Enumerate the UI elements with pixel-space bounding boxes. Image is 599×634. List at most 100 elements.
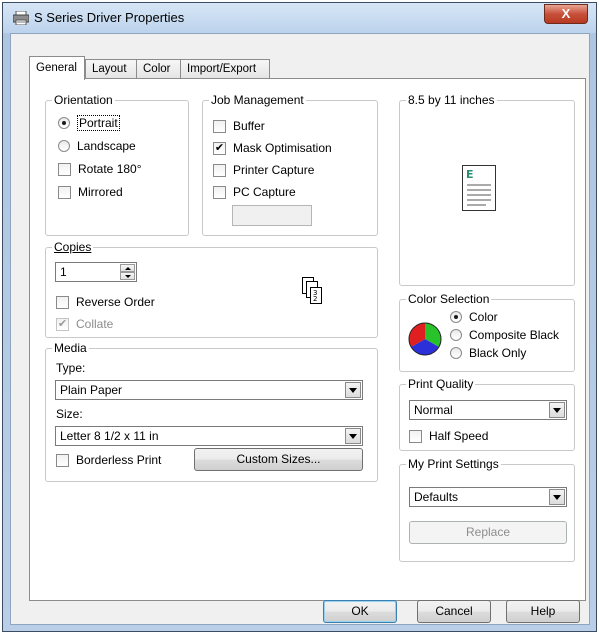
landscape-radio[interactable]: Landscape xyxy=(58,138,136,154)
checkbox-icon xyxy=(56,453,69,467)
rotate-checkbox[interactable]: Rotate 180° xyxy=(58,161,142,177)
media-type-value: Plain Paper xyxy=(60,383,123,397)
radio-icon xyxy=(58,140,70,152)
checkbox-icon xyxy=(213,119,226,133)
dropdown-arrow-icon xyxy=(549,402,565,418)
mirrored-checkbox[interactable]: Mirrored xyxy=(58,184,123,200)
buffer-label: Buffer xyxy=(233,119,265,133)
pc-capture-field[interactable] xyxy=(232,205,312,226)
ok-button[interactable]: OK xyxy=(323,600,397,623)
borderless-print-checkbox[interactable]: Borderless Print xyxy=(56,452,161,468)
dialog-client: General Layout Color Import/Export Orien… xyxy=(10,33,590,625)
dropdown-arrow-icon xyxy=(345,428,361,444)
portrait-label: Portrait xyxy=(77,115,120,131)
paper-preview-group: 8.5 by 11 inches E xyxy=(399,93,575,286)
mask-optimisation-checkbox[interactable]: ✔ Mask Optimisation xyxy=(213,140,332,156)
spin-up-icon[interactable] xyxy=(120,264,135,272)
collate-label: Collate xyxy=(76,317,114,331)
media-type-select[interactable]: Plain Paper xyxy=(55,380,363,400)
orientation-legend: Orientation xyxy=(52,93,115,107)
print-quality-select[interactable]: Normal xyxy=(409,400,567,420)
cancel-button[interactable]: Cancel xyxy=(417,600,491,623)
print-settings-select[interactable]: Defaults xyxy=(409,487,567,507)
composite-black-radio[interactable]: Composite Black xyxy=(450,327,559,343)
print-quality-legend: Print Quality xyxy=(406,377,476,391)
checkbox-icon xyxy=(213,163,226,177)
printer-capture-checkbox[interactable]: Printer Capture xyxy=(213,162,314,178)
page-preview-icon: E xyxy=(462,165,496,211)
borderless-print-label: Borderless Print xyxy=(76,453,162,467)
rotate-label: Rotate 180° xyxy=(78,162,142,176)
job-management-group: Job Management Buffer ✔ Mask Optimisatio… xyxy=(202,93,378,236)
dropdown-arrow-icon xyxy=(549,489,565,505)
half-speed-label: Half Speed xyxy=(429,429,489,443)
print-quality-group: Print Quality Normal Half Speed xyxy=(399,377,575,451)
custom-sizes-button[interactable]: Custom Sizes... xyxy=(194,448,363,471)
general-tab-page: Orientation Portrait Landscape Rotate 18… xyxy=(29,78,586,601)
media-group: Media Type: Plain Paper Size: Letter 8 1… xyxy=(45,341,378,482)
checkmark-icon: ✔ xyxy=(56,317,69,331)
collate-pages-icon: 3 2 xyxy=(302,277,322,304)
black-only-label: Black Only xyxy=(469,346,527,360)
pc-capture-checkbox[interactable]: PC Capture xyxy=(213,184,296,200)
printer-capture-label: Printer Capture xyxy=(233,163,315,177)
color-selection-group: Color Selection Color Composite Black Bl… xyxy=(399,292,575,372)
color-radio[interactable]: Color xyxy=(450,309,498,325)
type-label: Type: xyxy=(56,361,86,375)
reverse-order-checkbox[interactable]: Reverse Order xyxy=(56,294,155,310)
color-selection-legend: Color Selection xyxy=(406,292,492,306)
replace-button: Replace xyxy=(409,521,567,544)
pc-capture-label: PC Capture xyxy=(233,185,296,199)
copies-group: Copies 1 Reverse Order ✔ Collate 3 2 xyxy=(45,240,378,338)
print-quality-value: Normal xyxy=(414,403,453,417)
checkbox-icon xyxy=(56,295,69,309)
radio-checked-icon xyxy=(58,117,70,129)
my-print-settings-group: My Print Settings Defaults Replace xyxy=(399,457,575,562)
tab-import-export[interactable]: Import/Export xyxy=(180,59,270,79)
color-wheel-icon xyxy=(408,322,442,356)
spinner-buttons xyxy=(120,264,135,280)
title-bar[interactable]: S Series Driver Properties X xyxy=(3,3,596,33)
page-letter: E xyxy=(466,168,474,181)
copies-value: 1 xyxy=(60,265,67,279)
checkbox-icon xyxy=(409,429,422,443)
copies-spinner[interactable]: 1 xyxy=(55,262,137,282)
half-speed-checkbox[interactable]: Half Speed xyxy=(409,428,488,444)
mask-optimisation-label: Mask Optimisation xyxy=(233,141,332,155)
print-settings-value: Defaults xyxy=(414,490,459,504)
checkbox-icon xyxy=(58,162,71,176)
tab-general[interactable]: General xyxy=(29,56,85,80)
checkmark-icon: ✔ xyxy=(213,141,226,155)
checkbox-icon xyxy=(213,185,226,199)
copies-legend: Copies xyxy=(52,240,94,254)
paper-size-legend: 8.5 by 11 inches xyxy=(406,93,497,107)
media-size-select[interactable]: Letter 8 1/2 x 11 in xyxy=(55,426,363,446)
radio-icon xyxy=(450,329,462,341)
mirrored-label: Mirrored xyxy=(78,185,123,199)
reverse-order-label: Reverse Order xyxy=(76,295,155,309)
printer-icon xyxy=(13,11,29,25)
landscape-label: Landscape xyxy=(77,139,136,153)
portrait-radio[interactable]: Portrait xyxy=(58,115,120,131)
radio-icon xyxy=(450,347,462,359)
close-icon: X xyxy=(561,6,571,21)
checkbox-icon xyxy=(58,185,71,199)
media-size-value: Letter 8 1/2 x 11 in xyxy=(60,429,159,443)
composite-black-label: Composite Black xyxy=(469,328,560,342)
tab-layout[interactable]: Layout xyxy=(85,59,137,79)
black-only-radio[interactable]: Black Only xyxy=(450,345,526,361)
spin-down-icon[interactable] xyxy=(120,272,135,280)
window-title: S Series Driver Properties xyxy=(34,10,185,25)
help-button[interactable]: Help xyxy=(506,600,580,623)
collate-page-2: 2 xyxy=(313,295,317,303)
orientation-group: Orientation Portrait Landscape Rotate 18… xyxy=(45,93,189,236)
dropdown-arrow-icon xyxy=(345,382,361,398)
properties-window: S Series Driver Properties X General Lay… xyxy=(2,2,597,632)
radio-checked-icon xyxy=(450,311,462,323)
close-button[interactable]: X xyxy=(544,4,588,24)
tab-color[interactable]: Color xyxy=(136,59,181,79)
collate-checkbox: ✔ Collate xyxy=(56,316,113,332)
job-management-legend: Job Management xyxy=(209,93,306,107)
buffer-checkbox[interactable]: Buffer xyxy=(213,118,265,134)
color-label: Color xyxy=(469,310,498,324)
